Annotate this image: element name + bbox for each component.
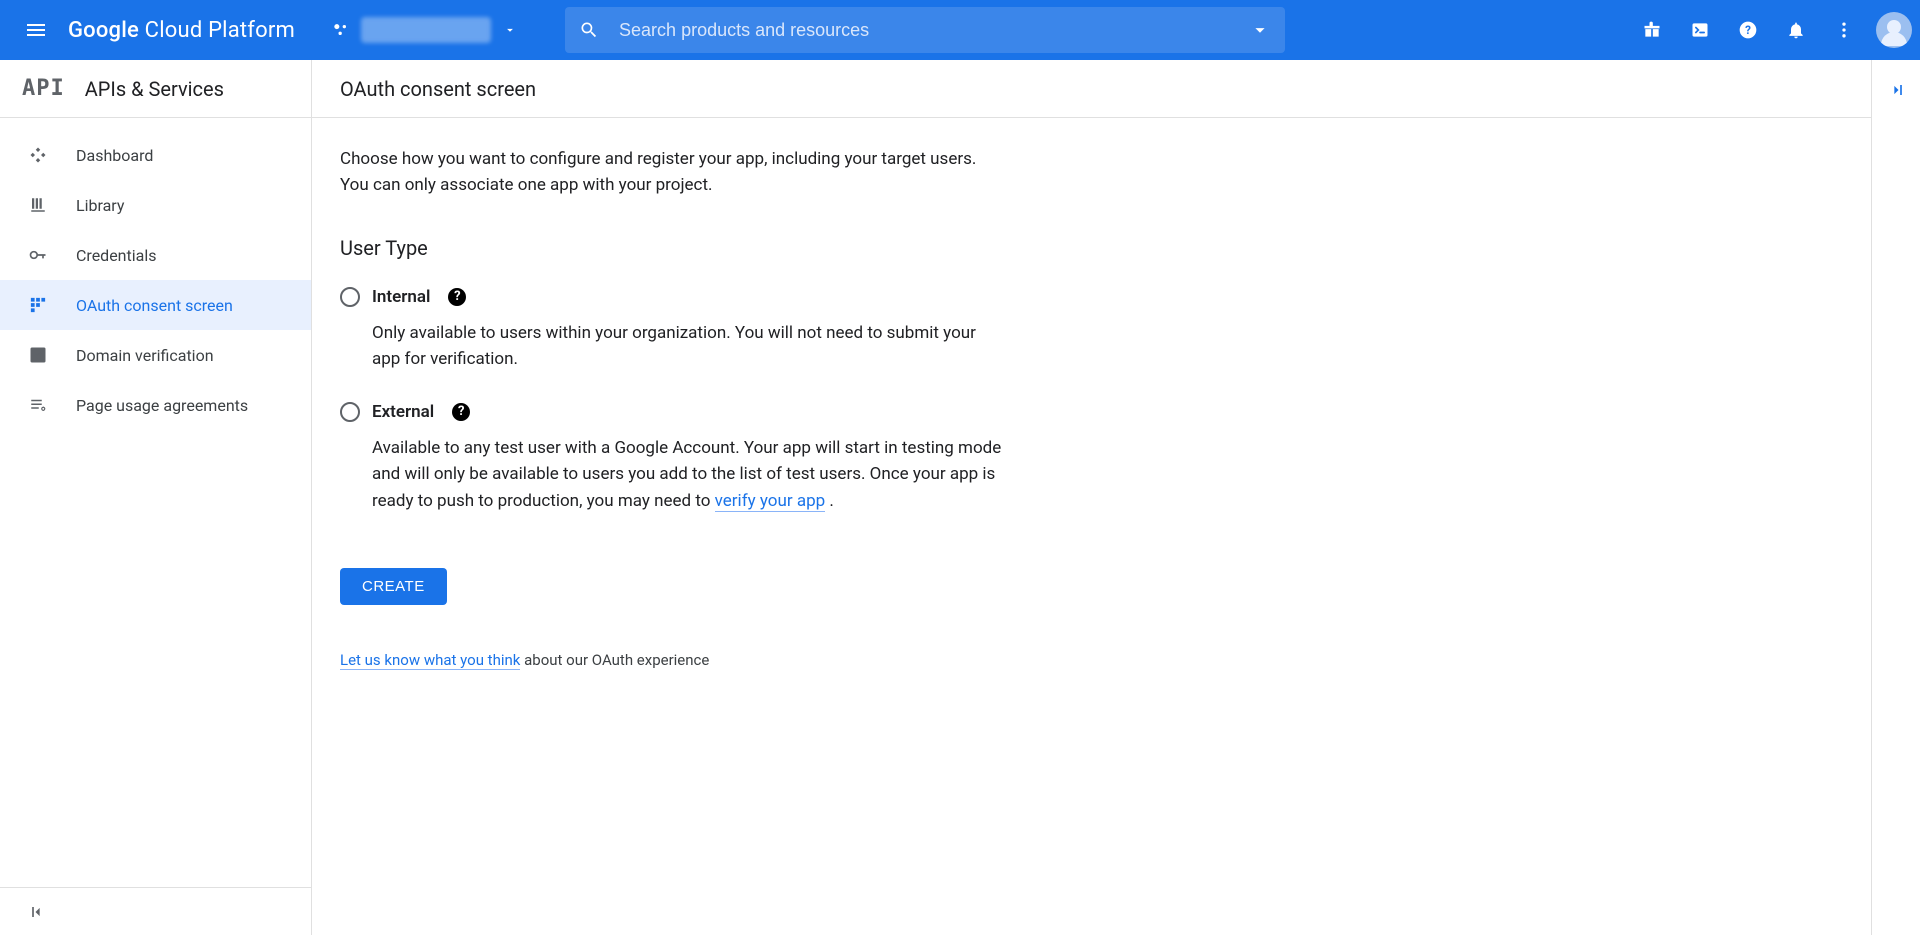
api-logo: API	[22, 76, 65, 101]
hide-info-panel-button[interactable]	[1886, 80, 1906, 104]
help-internal-button[interactable]: ?	[448, 288, 466, 306]
sidebar-header: API APIs & Services	[0, 60, 311, 118]
account-avatar[interactable]	[1876, 12, 1912, 48]
collapse-left-icon	[28, 902, 48, 922]
svg-text:?: ?	[1745, 23, 1751, 37]
sidebar-section-title: APIs & Services	[85, 77, 224, 101]
intro-text: Choose how you want to configure and reg…	[340, 146, 1004, 199]
verify-app-link[interactable]: verify your app	[715, 491, 826, 512]
header-right-icons: ?	[1632, 10, 1912, 50]
project-dots-icon	[331, 20, 351, 40]
sidebar-item-label: Credentials	[76, 246, 157, 265]
bell-icon	[1786, 20, 1806, 40]
page-title: OAuth consent screen	[340, 77, 536, 101]
dashboard-icon	[28, 145, 48, 165]
more-button[interactable]	[1824, 10, 1864, 50]
option-external-row: External ?	[340, 399, 1004, 425]
sidebar-nav: Dashboard Library Credentials OAuth cons…	[0, 118, 311, 887]
help-button[interactable]: ?	[1728, 10, 1768, 50]
feedback-link[interactable]: Let us know what you think	[340, 651, 520, 670]
domain-verification-icon	[28, 345, 48, 365]
help-external-button[interactable]: ?	[452, 403, 470, 421]
sidebar-item-credentials[interactable]: Credentials	[0, 230, 311, 280]
page-body: Choose how you want to configure and reg…	[312, 118, 1032, 700]
collapse-right-icon	[1886, 80, 1906, 100]
chevron-down-icon[interactable]	[1249, 19, 1271, 41]
top-header: Google Cloud Platform ?	[0, 0, 1920, 60]
help-icon: ?	[1738, 20, 1758, 40]
brand-title: Google Cloud Platform	[68, 18, 295, 43]
more-vert-icon	[1834, 20, 1854, 40]
cloud-shell-icon	[1690, 20, 1710, 40]
sidebar-item-dashboard[interactable]: Dashboard	[0, 130, 311, 180]
hamburger-icon	[24, 18, 48, 42]
search-icon	[579, 20, 599, 40]
sidebar-item-label: Page usage agreements	[76, 396, 248, 415]
dropdown-caret-icon	[503, 23, 517, 37]
content: OAuth consent screen Choose how you want…	[312, 60, 1872, 935]
project-picker[interactable]	[323, 13, 525, 47]
hamburger-menu-button[interactable]	[12, 6, 60, 54]
sidebar-collapse-button[interactable]	[0, 887, 311, 935]
sidebar-item-label: Domain verification	[76, 346, 214, 365]
sidebar-item-library[interactable]: Library	[0, 180, 311, 230]
credentials-icon	[28, 245, 48, 265]
user-type-heading: User Type	[340, 233, 1004, 264]
main-area: OAuth consent screen Choose how you want…	[312, 60, 1920, 935]
create-button[interactable]: CREATE	[340, 568, 447, 605]
right-rail	[1872, 60, 1920, 935]
radio-external[interactable]	[340, 402, 360, 422]
oauth-consent-icon	[28, 295, 48, 315]
sidebar-item-page-usage[interactable]: Page usage agreements	[0, 380, 311, 430]
search-box[interactable]	[565, 7, 1285, 53]
notifications-button[interactable]	[1776, 10, 1816, 50]
option-internal-label: Internal	[372, 284, 430, 310]
sidebar-item-label: Library	[76, 196, 124, 215]
gift-icon	[1642, 20, 1662, 40]
page-header: OAuth consent screen	[312, 60, 1871, 118]
sidebar: API APIs & Services Dashboard Library Cr…	[0, 60, 312, 935]
library-icon	[28, 195, 48, 215]
page-usage-icon	[28, 395, 48, 415]
option-external-label: External	[372, 399, 434, 425]
sidebar-item-label: Dashboard	[76, 146, 153, 165]
gift-button[interactable]	[1632, 10, 1672, 50]
sidebar-item-domain-verification[interactable]: Domain verification	[0, 330, 311, 380]
cloud-shell-button[interactable]	[1680, 10, 1720, 50]
option-internal-desc: Only available to users within your orga…	[372, 320, 1004, 373]
feedback-line: Let us know what you think about our OAu…	[340, 649, 1004, 672]
project-name-redacted	[361, 17, 491, 43]
search-input[interactable]	[619, 20, 1249, 41]
sidebar-item-oauth-consent[interactable]: OAuth consent screen	[0, 280, 311, 330]
radio-internal[interactable]	[340, 287, 360, 307]
search-container	[565, 7, 1285, 53]
option-external-desc: Available to any test user with a Google…	[372, 435, 1004, 514]
option-internal-row: Internal ?	[340, 284, 1004, 310]
sidebar-item-label: OAuth consent screen	[76, 296, 233, 315]
